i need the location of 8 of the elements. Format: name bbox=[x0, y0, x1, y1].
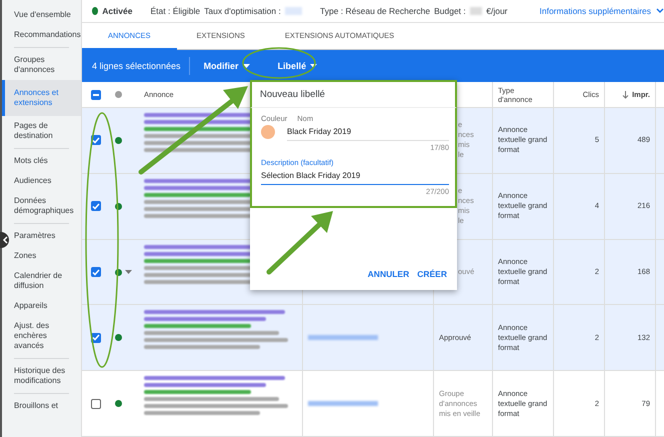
budget-unit: €/jour bbox=[486, 6, 508, 16]
selection-count: 4 lignes sélectionnées bbox=[92, 61, 181, 72]
state-text: État : Éligible bbox=[150, 6, 200, 16]
status-text: Activée bbox=[102, 6, 132, 16]
dialog-title: Nouveau libellé bbox=[250, 80, 457, 108]
budget-label: Budget : bbox=[434, 6, 466, 16]
type-text: Type : Réseau de Recherche bbox=[320, 6, 430, 16]
optimization-label: Taux d'optimisation : bbox=[204, 6, 281, 16]
